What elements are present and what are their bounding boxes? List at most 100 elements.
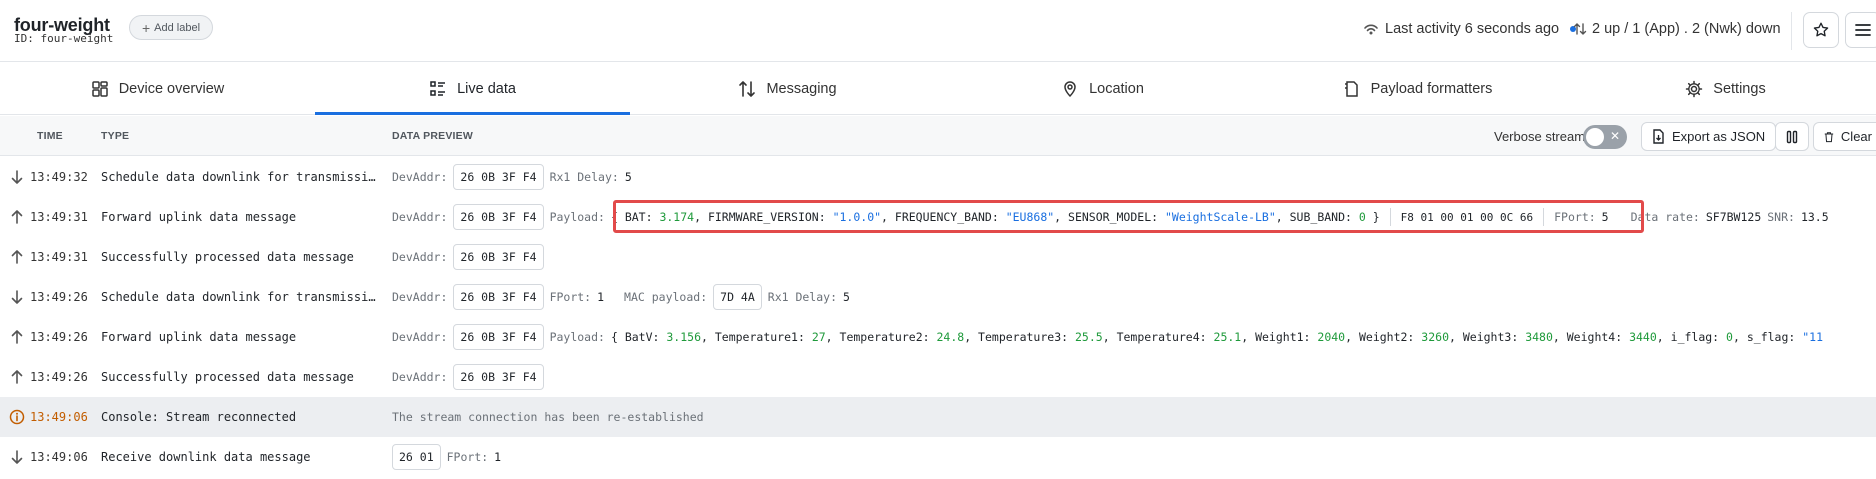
export-label: Export as JSON	[1672, 129, 1766, 144]
plus-icon: +	[141, 19, 151, 36]
rx1-delay-value: 5	[624, 170, 632, 184]
rx1-delay-label: Rx1 Delay:	[549, 170, 619, 184]
data-preview: DevAddr: 26 0B 3F F4 Payload: { BatV: 3.…	[392, 324, 1823, 350]
devaddr-chip[interactable]: 26 0B 3F F4	[453, 324, 544, 350]
frame-counters-text: 2 up / 1 (App) . 2 (Nwk) down	[1592, 21, 1781, 37]
verbose-stream-toggle[interactable]: ✕	[1583, 125, 1627, 149]
data-preview: DevAddr: 26 0B 3F F4 FPort: 1 MAC payloa…	[392, 284, 850, 310]
toggle-knob	[1586, 128, 1604, 146]
add-label-button[interactable]: + Add label	[129, 15, 213, 40]
add-label-text: Add label	[154, 21, 201, 34]
tab-device-overview[interactable]: Device overview	[0, 63, 315, 115]
devaddr-chip[interactable]: 26 0B 3F F4	[453, 284, 544, 310]
devaddr-label: DevAddr:	[392, 330, 448, 344]
last-activity-text: Last activity 6 seconds ago	[1385, 21, 1560, 37]
device-id: ID: four-weight	[14, 32, 114, 45]
export-json-button[interactable]: Export as JSON	[1641, 122, 1777, 151]
tab-messaging[interactable]: Messaging	[630, 63, 945, 115]
map-pin-icon	[1064, 81, 1076, 98]
fport-value: 1	[494, 450, 502, 464]
arrow-down-icon	[11, 170, 23, 184]
tab-live-data[interactable]: Live data	[315, 63, 630, 115]
event-time: 13:49:26	[30, 370, 88, 384]
snr-value: 13.5	[1800, 210, 1829, 224]
event-type: Receive downlink data message	[101, 450, 311, 464]
device-tabs: Device overview Live data Messaging Loca…	[0, 63, 1876, 115]
event-row[interactable]: 13:49:32 Schedule data downlink for tran…	[0, 157, 1876, 197]
fport-label: FPort:	[549, 290, 592, 304]
devaddr-chip[interactable]: 26 0B 3F F4	[453, 364, 544, 390]
download-file-icon	[1653, 129, 1664, 144]
live-data-toolbar: TIME TYPE DATA PREVIEW Verbose stream ✕ …	[0, 116, 1876, 156]
devaddr-label: DevAddr:	[392, 290, 448, 304]
divider	[1389, 208, 1391, 226]
clear-button[interactable]: Clear	[1813, 122, 1876, 151]
tab-payload-formatters[interactable]: Payload formatters	[1260, 63, 1575, 115]
mac-payload-chip[interactable]: 7D 4A	[713, 284, 762, 310]
event-row[interactable]: 13:49:31 Forward uplink data message Dev…	[0, 197, 1876, 237]
payload-key: FIRMWARE_VERSION:	[707, 210, 826, 224]
event-time: 13:49:06	[30, 450, 88, 464]
data-preview: The stream connection has been re-establ…	[392, 404, 704, 430]
arrow-up-icon	[11, 330, 23, 344]
tab-label: Messaging	[766, 81, 837, 97]
event-row[interactable]: 13:49:06 Receive downlink data message 2…	[0, 437, 1876, 477]
bookmark-button[interactable]	[1803, 12, 1839, 48]
clear-label: Clear	[1840, 129, 1872, 144]
arrow-down-icon	[11, 450, 23, 464]
event-type: Forward uplink data message	[101, 210, 297, 224]
up-down-arrows-icon	[739, 81, 756, 97]
event-type: Successfully processed data message	[101, 370, 354, 384]
data-preview: DevAddr: 26 0B 3F F4	[392, 244, 544, 270]
event-time: 13:49:31	[30, 210, 88, 224]
event-row[interactable]: 13:49:26 Successfully processed data mes…	[0, 357, 1876, 397]
pause-icon	[1786, 130, 1798, 143]
payload-value: "EU868"	[1005, 210, 1055, 224]
event-type: Schedule data downlink for transmission	[101, 170, 381, 184]
event-time: 13:49:26	[30, 330, 88, 344]
event-row[interactable]: 13:49:31 Successfully processed data mes…	[0, 237, 1876, 277]
devaddr-chip[interactable]: 26 0B 3F F4	[453, 244, 544, 270]
devaddr-chip[interactable]: 26 0B 3F F4	[453, 204, 544, 230]
hamburger-icon	[1855, 24, 1871, 36]
devaddr-label: DevAddr:	[392, 170, 448, 184]
rx1-delay-value: 5	[843, 290, 850, 304]
event-message: The stream connection has been re-establ…	[392, 410, 704, 424]
column-header-data-preview: DATA PREVIEW	[392, 130, 473, 142]
data-preview: DevAddr: 26 0B 3F F4 Rx1 Delay: 5	[392, 164, 632, 190]
event-time: 13:49:26	[30, 290, 88, 304]
arrow-up-icon	[11, 210, 23, 224]
event-row[interactable]: 13:49:06 Console: Stream reconnected The…	[0, 397, 1876, 437]
menu-button[interactable]	[1845, 12, 1876, 48]
decoded-payload: { BAT: 3.174, FIRMWARE_VERSION: "1.0.0",…	[610, 210, 1380, 224]
gear-icon	[1686, 80, 1703, 98]
up-down-arrows-icon	[1573, 23, 1587, 35]
devaddr-label: DevAddr:	[392, 250, 448, 264]
tab-label: Live data	[457, 81, 516, 97]
list-icon	[430, 81, 446, 96]
data-preview: 26 01 FPort: 1	[392, 444, 501, 470]
tab-settings[interactable]: Settings	[1575, 63, 1876, 115]
code-doc-icon	[1344, 81, 1358, 97]
devaddr-chip[interactable]: 26 0B 3F F4	[453, 164, 544, 190]
tab-label: Settings	[1713, 81, 1766, 97]
event-row[interactable]: 13:49:26 Schedule data downlink for tran…	[0, 277, 1876, 317]
fport-label: FPort:	[446, 450, 489, 464]
event-time: 13:49:06	[30, 410, 88, 424]
devaddr-label: DevAddr:	[392, 370, 448, 384]
event-time: 13:49:31	[30, 250, 88, 264]
payload-key: FREQUENCY_BAND:	[894, 210, 999, 224]
grid-icon	[91, 81, 108, 97]
fport-label: FPort:	[1554, 210, 1596, 224]
tab-location[interactable]: Location	[945, 63, 1260, 115]
verbose-stream-label: Verbose stream	[1494, 129, 1586, 144]
star-icon	[1813, 22, 1829, 37]
snr-label: SNR:	[1767, 210, 1795, 224]
frame-counters: 2 up / 1 (App) . 2 (Nwk) down	[1573, 21, 1781, 37]
devaddr-label: DevAddr:	[392, 210, 448, 224]
event-row[interactable]: 13:49:26 Forward uplink data message Dev…	[0, 317, 1876, 357]
payload-chip[interactable]: 26 01	[392, 444, 441, 470]
event-type: Forward uplink data message	[101, 330, 297, 344]
raw-payload-hex: F8 01 00 01 00 0C 66	[1400, 210, 1534, 224]
pause-button[interactable]	[1775, 122, 1809, 151]
